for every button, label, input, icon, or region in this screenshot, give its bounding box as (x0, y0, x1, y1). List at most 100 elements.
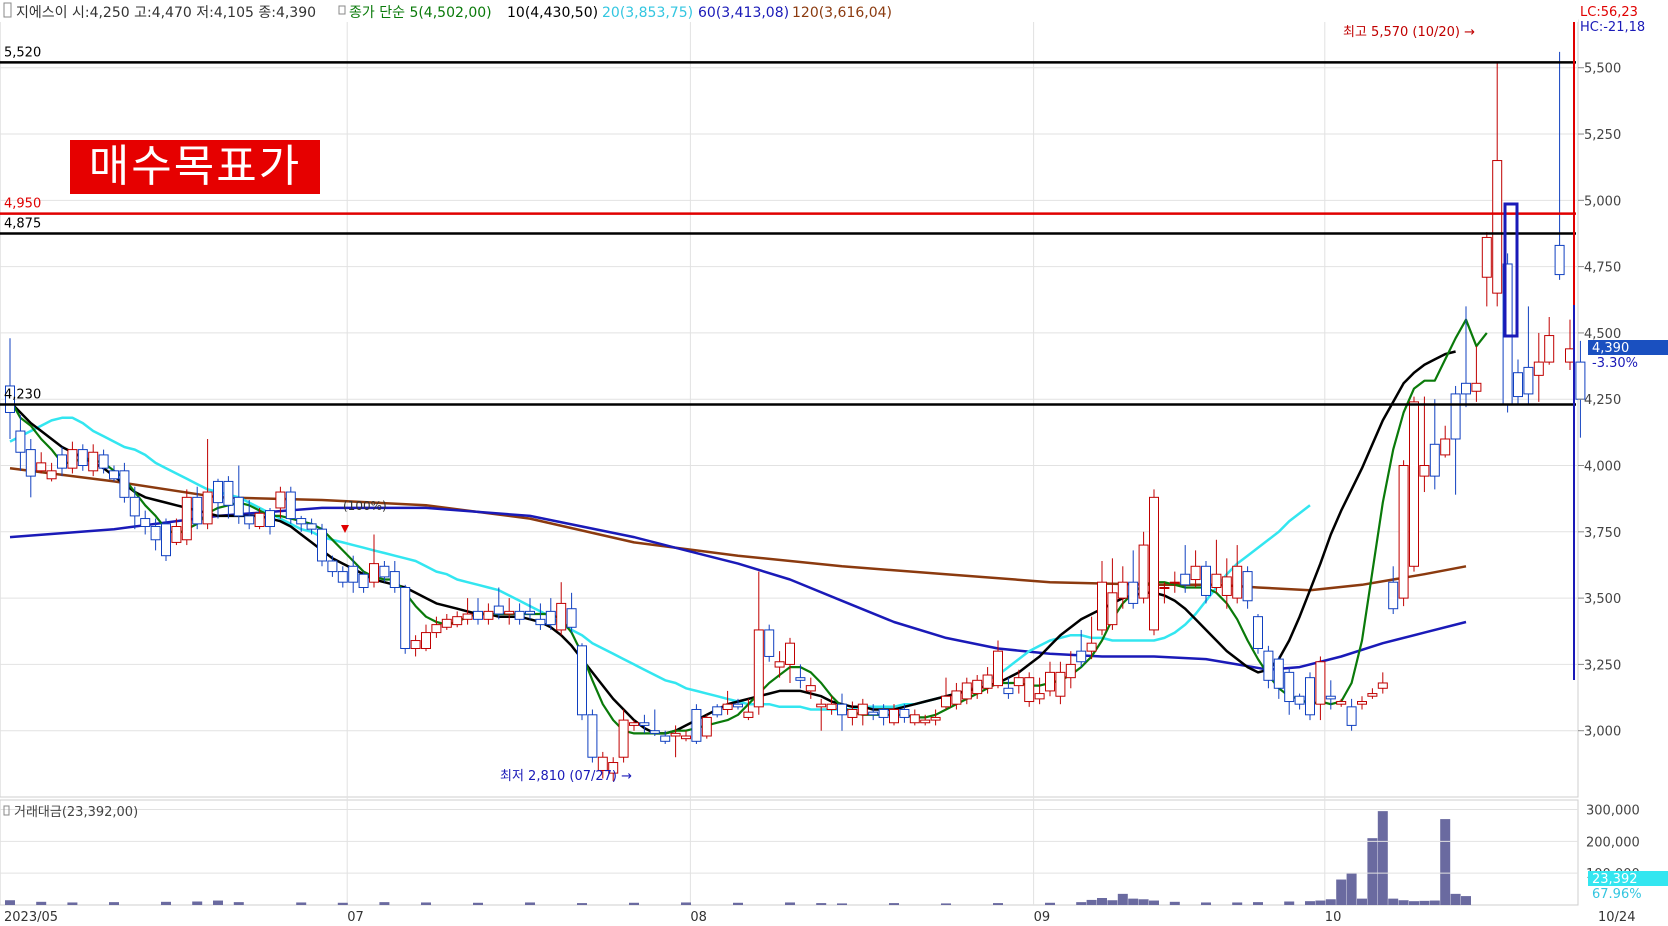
candle-body (1253, 616, 1263, 649)
candle-body (369, 563, 379, 583)
hc-value: HC:-21,18 (1580, 20, 1645, 35)
candle-body (1180, 573, 1191, 586)
candle-body (473, 610, 483, 620)
candle-body (1003, 687, 1014, 695)
candle-body (774, 661, 785, 668)
ma-title: 종가 단순 (349, 5, 405, 21)
candle-body (452, 616, 463, 626)
volume-bar (733, 902, 743, 905)
date-tick-label: 10/24 (1598, 910, 1635, 925)
price-line-label: 4,875 (4, 216, 41, 231)
candle-body (691, 708, 702, 742)
candle-body (109, 470, 119, 480)
candle-body (1367, 693, 1378, 697)
candle-body (1346, 706, 1357, 726)
candle-body (483, 610, 494, 620)
volume-current-pct: 67.96% (1592, 887, 1642, 902)
ma20-legend: 20(3,853,75) (602, 5, 693, 21)
candle-body (1273, 658, 1284, 689)
volume-bar (889, 903, 899, 905)
candle-body (327, 560, 338, 573)
volume-bar (1149, 900, 1159, 905)
candle-body (1169, 581, 1180, 584)
price-tick-label: 3,750 (1584, 526, 1621, 541)
volume-bar (1367, 838, 1378, 905)
stock-chart[interactable]: 5,520 4,950 4,875 4,230 3,000 3,250 3,500 3,75… (0, 0, 1668, 926)
candle-body (1201, 565, 1211, 596)
candle-body (25, 449, 36, 477)
volume-bar (36, 901, 47, 905)
candle-body (951, 690, 962, 705)
candle-body (1128, 581, 1139, 604)
candle-body (119, 470, 130, 498)
volume-bar (379, 902, 390, 905)
candle-body (150, 526, 161, 541)
price-change: -3.30% (1592, 356, 1638, 371)
candle-body (1461, 382, 1471, 395)
candle-body (1190, 565, 1201, 581)
candle-body (129, 496, 140, 517)
ma60-legend: 60(3,413,08) (698, 5, 789, 21)
candle-body (1450, 393, 1461, 440)
candle-body (265, 510, 275, 528)
volume-bar (837, 903, 847, 905)
candle-body (181, 496, 192, 541)
candle-body (1024, 677, 1035, 703)
lc-value: LC:56,23 (1580, 5, 1638, 20)
date-tick-label: 10 (1325, 910, 1342, 925)
price-tick-label: 4,250 (1584, 393, 1621, 408)
date-tick-label: 07 (347, 910, 364, 925)
candle-body (1086, 642, 1097, 652)
volume-bar (1336, 879, 1347, 905)
candle-body (1325, 695, 1336, 700)
candle-body (88, 451, 99, 472)
candle-body (753, 629, 764, 708)
candle-body (681, 735, 691, 740)
volume-bar (1388, 898, 1399, 905)
volume-tick-label: 300,000 (1586, 804, 1640, 819)
volume-bar (1138, 899, 1149, 905)
price-line-label: 5,520 (4, 45, 41, 60)
price-line-label: 4,230 (4, 388, 41, 403)
candle-body (920, 719, 931, 724)
volume-bar (1440, 819, 1451, 905)
candle-body (1097, 581, 1107, 631)
candle-body (847, 708, 858, 718)
candle-body (961, 682, 972, 700)
volume-bar (1201, 902, 1211, 905)
candle-body (348, 565, 359, 583)
volume-bar (941, 903, 951, 905)
candle-body (1138, 544, 1149, 599)
price-tick-label: 5,250 (1584, 128, 1621, 143)
candle-body (1232, 565, 1243, 599)
volume-bar (1429, 900, 1440, 905)
candle-body (46, 470, 57, 480)
candle-body (909, 714, 920, 724)
price-tick-label: 3,500 (1584, 592, 1621, 607)
date-tick-label: 08 (690, 910, 707, 925)
candle-body (98, 454, 109, 469)
candle-body (930, 716, 941, 721)
candle-body (441, 618, 452, 628)
candle-body (337, 571, 348, 583)
candle-body (285, 491, 296, 520)
volume-bar (1117, 893, 1128, 905)
volume-bar (213, 900, 223, 905)
volume-bar (67, 902, 78, 905)
price-tick-label: 3,250 (1584, 658, 1621, 673)
candle-body (213, 480, 223, 504)
candle-body (785, 642, 795, 665)
price-tick-label: 4,500 (1584, 327, 1621, 342)
candle-body (161, 523, 171, 557)
candle-body (1221, 576, 1232, 596)
candle-body (462, 613, 473, 620)
candle-body (837, 703, 847, 716)
candle-body (67, 449, 78, 469)
price-tick-label: 5,500 (1584, 62, 1621, 77)
candle-body (587, 714, 598, 758)
candle-body (722, 703, 733, 710)
candle-body (577, 645, 587, 716)
candle-body (649, 730, 660, 734)
volume-bar (1076, 902, 1087, 905)
volume-bar (337, 902, 348, 905)
